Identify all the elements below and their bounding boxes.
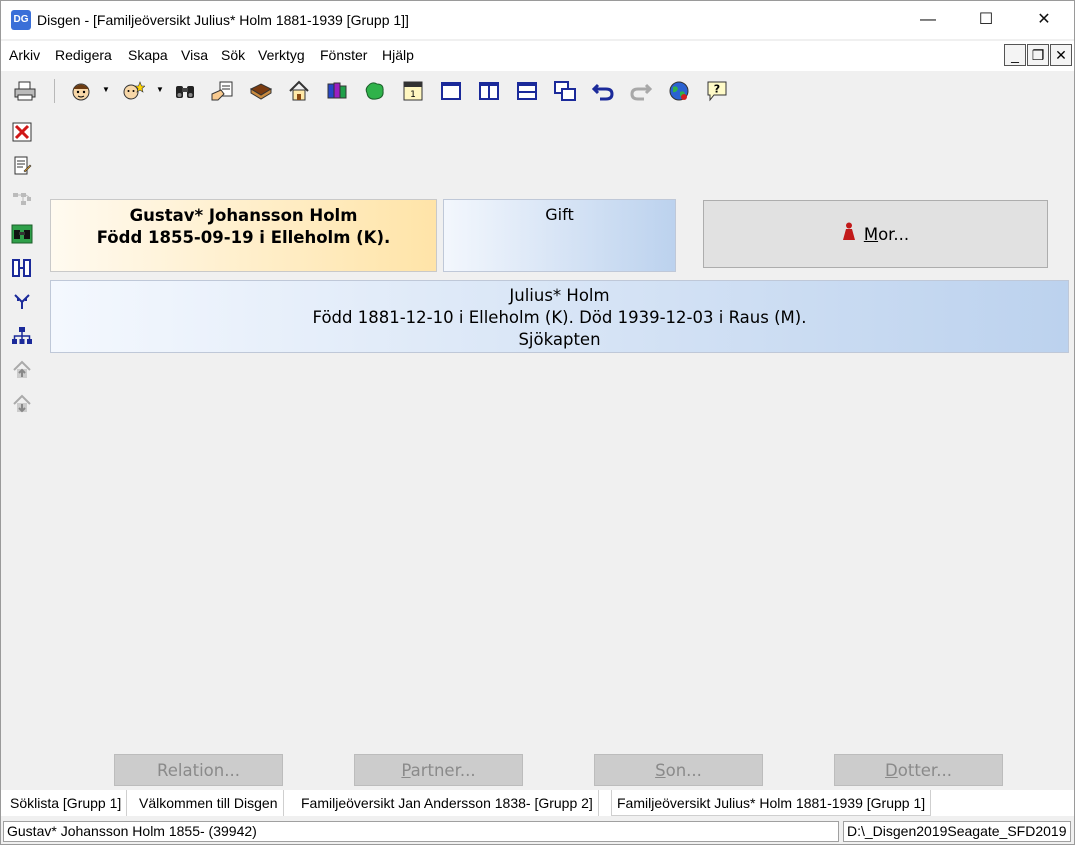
app-window: DG Disgen - [Familjeöversikt Julius* Hol…: [0, 0, 1075, 845]
father-name: Gustav* Johansson Holm: [129, 206, 358, 225]
org-chart-icon[interactable]: [11, 325, 33, 347]
son-button[interactable]: Son...: [594, 754, 763, 786]
toolbar-separator: [54, 79, 55, 103]
relation-label: Gift: [545, 205, 574, 224]
window-split-icon[interactable]: [477, 79, 501, 103]
descendant-tree-icon[interactable]: [11, 291, 33, 313]
hand-document-icon[interactable]: [211, 79, 235, 103]
face-star-dropdown-arrow[interactable]: ▼: [156, 85, 164, 94]
help-icon-glyph: ?: [714, 83, 720, 96]
disgen-app-icon[interactable]: DG: [11, 10, 31, 30]
child-occupation: Sjökapten: [518, 330, 601, 349]
printer-icon[interactable]: [13, 79, 37, 103]
tab-valkommen[interactable]: Välkommen till Disgen: [134, 790, 284, 816]
mdi-controls: _ ❐ ✕: [1003, 44, 1072, 66]
window-split-icon-shape: [479, 82, 499, 100]
window-rows-icon[interactable]: [515, 79, 539, 103]
menu-arkiv[interactable]: Arkiv: [9, 47, 40, 63]
status-bar: Gustav* Johansson Holm 1855- (39942) D:\…: [1, 820, 1074, 844]
title-bar[interactable]: DG Disgen - [Familjeöversikt Julius* Hol…: [1, 1, 1074, 39]
menu-fonster[interactable]: Fönster: [320, 47, 367, 63]
mdi-close-button[interactable]: ✕: [1050, 44, 1072, 66]
face-star-icon[interactable]: [121, 79, 145, 103]
redo-icon[interactable]: [629, 79, 653, 103]
status-database-path: D:\_Disgen2019Seagate_SFD2019: [843, 821, 1071, 842]
tree-disabled-icon: [11, 189, 33, 211]
window-icon[interactable]: [439, 79, 463, 103]
globe-icon[interactable]: [667, 79, 691, 103]
menu-visa[interactable]: Visa: [181, 47, 208, 63]
house-up-icon: [11, 359, 33, 381]
book-icon[interactable]: [249, 79, 273, 103]
menu-verktyg[interactable]: Verktyg: [258, 47, 305, 63]
mdi-restore-button[interactable]: ❐: [1027, 44, 1049, 66]
woman-icon: [842, 222, 856, 247]
father-birth: Född 1855-09-19 i Elleholm (K).: [96, 228, 391, 247]
relation-box[interactable]: Gift: [443, 199, 676, 272]
close-button[interactable]: ✕: [1015, 1, 1073, 39]
menu-sok[interactable]: Sök: [221, 47, 245, 63]
maximize-button[interactable]: ☐: [957, 1, 1015, 39]
document-edit-icon[interactable]: [11, 155, 33, 177]
child-life-dates: Född 1881-12-10 i Elleholm (K). Död 1939…: [312, 308, 807, 327]
tab-soklista[interactable]: Söklista [Grupp 1]: [5, 790, 128, 816]
columns-icon[interactable]: [11, 257, 33, 279]
calendar-icon[interactable]: 1: [401, 79, 425, 103]
face-icon[interactable]: [69, 79, 93, 103]
binoculars-grid-icon[interactable]: [11, 223, 33, 245]
menu-skapa[interactable]: Skapa: [128, 47, 168, 63]
status-current-person: Gustav* Johansson Holm 1855- (39942): [3, 821, 839, 842]
mdi-minimize-button[interactable]: _: [1004, 44, 1026, 66]
books-icon[interactable]: [325, 79, 349, 103]
face-dropdown-arrow[interactable]: ▼: [102, 85, 110, 94]
tab-familjeoversikt-jan[interactable]: Familjeöversikt Jan Andersson 1838- [Gru…: [296, 790, 599, 816]
windows-cascade-icon[interactable]: [553, 79, 577, 103]
calendar-day-label: 1: [410, 90, 416, 100]
close-red-icon[interactable]: [11, 121, 33, 143]
window-tabs: Söklista [Grupp 1] Välkommen till Disgen…: [1, 790, 1074, 816]
dotter-button[interactable]: Dotter...: [834, 754, 1003, 786]
tab-familjeoversikt-julius[interactable]: Familjeöversikt Julius* Holm 1881-1939 […: [611, 790, 932, 816]
undo-icon[interactable]: [591, 79, 615, 103]
map-icon[interactable]: [363, 79, 387, 103]
toolbar: ▼ ▼ 1 ?: [1, 73, 1074, 109]
menu-redigera[interactable]: Redigera: [55, 47, 112, 63]
window-title: Disgen - [Familjeöversikt Julius* Holm 1…: [37, 12, 409, 28]
house-icon[interactable]: [287, 79, 311, 103]
window-icon-shape: [441, 82, 461, 100]
help-icon[interactable]: ?: [705, 79, 729, 103]
relation-button[interactable]: Relation...: [114, 754, 283, 786]
window-rows-icon-shape: [517, 82, 537, 100]
binoculars-icon[interactable]: [173, 79, 197, 103]
menu-hjalp[interactable]: Hjälp: [382, 47, 414, 63]
house-down-icon: [11, 393, 33, 415]
mother-button-label: Mor...: [863, 224, 910, 244]
minimize-button[interactable]: —: [899, 1, 957, 39]
child-box[interactable]: Julius* Holm Född 1881-12-10 i Elleholm …: [50, 280, 1069, 353]
mother-button[interactable]: Mor...: [703, 200, 1048, 268]
partner-button[interactable]: Partner...: [354, 754, 523, 786]
father-box[interactable]: Gustav* Johansson Holm Född 1855-09-19 i…: [50, 199, 437, 272]
menu-bar: Arkiv Redigera Skapa Visa Sök Verktyg Fö…: [1, 41, 1074, 71]
child-name: Julius* Holm: [509, 286, 610, 305]
